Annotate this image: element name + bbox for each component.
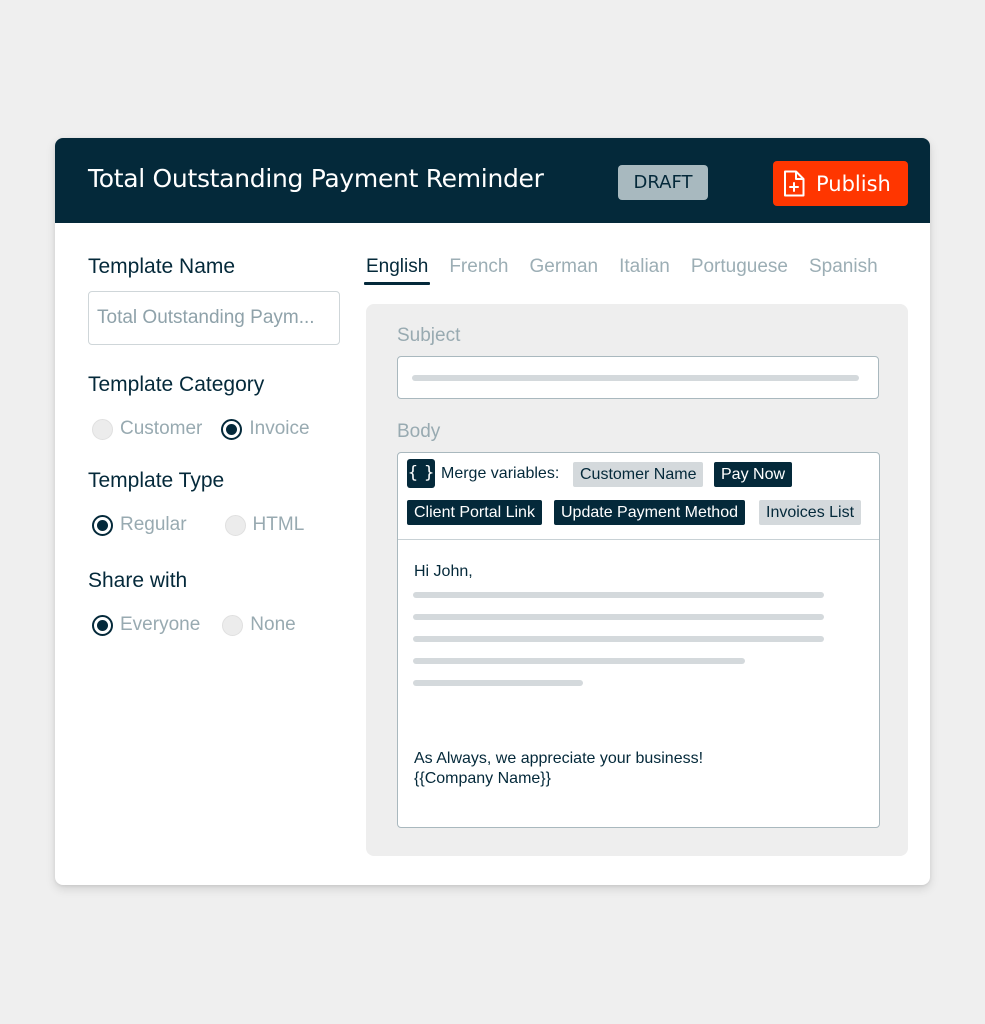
body-placeholder-line bbox=[413, 680, 583, 686]
merge-variables-bar: { } Merge variables: Customer Name Pay N… bbox=[398, 453, 879, 540]
email-editor-panel: Subject Body { } Merge variables: Custom… bbox=[366, 304, 908, 856]
page-title: Total Outstanding Payment Reminder bbox=[88, 164, 544, 193]
body-placeholder-line bbox=[413, 614, 824, 620]
publish-button[interactable]: Publish bbox=[773, 161, 908, 206]
tab-spanish[interactable]: Spanish bbox=[809, 256, 878, 283]
tab-french[interactable]: French bbox=[449, 256, 508, 283]
template-category-label: Template Category bbox=[88, 373, 265, 396]
radio-label: None bbox=[250, 614, 296, 635]
radio-label: HTML bbox=[252, 514, 305, 535]
merge-chip-pay-now[interactable]: Pay Now bbox=[714, 462, 793, 487]
tab-portuguese[interactable]: Portuguese bbox=[691, 256, 788, 283]
braces-icon: { } bbox=[407, 459, 435, 488]
body-placeholder-line bbox=[413, 658, 745, 664]
body-signature: {{Company Name}} bbox=[414, 770, 551, 787]
merge-variables-label: Merge variables: bbox=[441, 465, 560, 482]
merge-chip-client-portal-link[interactable]: Client Portal Link bbox=[407, 500, 542, 525]
share-with-group: Everyone None bbox=[92, 614, 315, 636]
radio-regular[interactable]: Regular bbox=[92, 514, 187, 536]
body-greeting: Hi John, bbox=[414, 563, 473, 580]
radio-label: Everyone bbox=[120, 614, 201, 635]
body-editor[interactable]: { } Merge variables: Customer Name Pay N… bbox=[397, 452, 880, 828]
radio-label: Customer bbox=[120, 418, 203, 439]
tab-english[interactable]: English bbox=[363, 256, 431, 285]
radio-unchecked-icon bbox=[92, 418, 113, 440]
template-editor-card: Total Outstanding Payment Reminder DRAFT… bbox=[55, 138, 930, 885]
subject-label: Subject bbox=[397, 325, 461, 346]
language-tabs: English French German Italian Portuguese… bbox=[363, 256, 899, 285]
template-type-label: Template Type bbox=[88, 469, 225, 492]
subject-placeholder-line bbox=[412, 375, 859, 381]
template-name-input[interactable]: Total Outstanding Paym... bbox=[88, 291, 340, 345]
merge-chip-customer-name[interactable]: Customer Name bbox=[573, 462, 704, 487]
tab-italian[interactable]: Italian bbox=[619, 256, 670, 283]
merge-chip-update-payment-method[interactable]: Update Payment Method bbox=[554, 500, 745, 525]
template-name-label: Template Name bbox=[88, 255, 236, 278]
share-with-label: Share with bbox=[88, 569, 188, 592]
template-category-group: Customer Invoice bbox=[92, 418, 329, 440]
radio-unchecked-icon bbox=[224, 514, 246, 536]
tab-german[interactable]: German bbox=[529, 256, 598, 283]
radio-html[interactable]: HTML bbox=[224, 514, 305, 536]
radio-checked-icon bbox=[92, 614, 113, 636]
subject-input[interactable] bbox=[397, 356, 879, 399]
radio-everyone[interactable]: Everyone bbox=[92, 614, 200, 636]
body-label: Body bbox=[397, 421, 441, 442]
radio-checked-icon bbox=[92, 514, 113, 536]
body-placeholder-line bbox=[413, 592, 824, 598]
template-type-group: Regular HTML bbox=[92, 514, 323, 536]
radio-none[interactable]: None bbox=[222, 614, 296, 636]
body-placeholder-line bbox=[413, 636, 824, 642]
radio-unchecked-icon bbox=[222, 614, 244, 636]
publish-label: Publish bbox=[816, 171, 891, 196]
body-closing: As Always, we appreciate your business! bbox=[414, 750, 704, 767]
file-plus-icon bbox=[784, 170, 805, 197]
merge-chip-invoices-list[interactable]: Invoices List bbox=[759, 500, 862, 525]
radio-checked-icon bbox=[221, 418, 243, 440]
radio-customer[interactable]: Customer bbox=[92, 418, 202, 440]
header-bar: Total Outstanding Payment Reminder DRAFT… bbox=[55, 138, 930, 223]
status-badge: DRAFT bbox=[618, 165, 708, 200]
radio-invoice[interactable]: Invoice bbox=[221, 418, 310, 440]
radio-label: Regular bbox=[120, 514, 187, 535]
radio-label: Invoice bbox=[249, 418, 310, 439]
